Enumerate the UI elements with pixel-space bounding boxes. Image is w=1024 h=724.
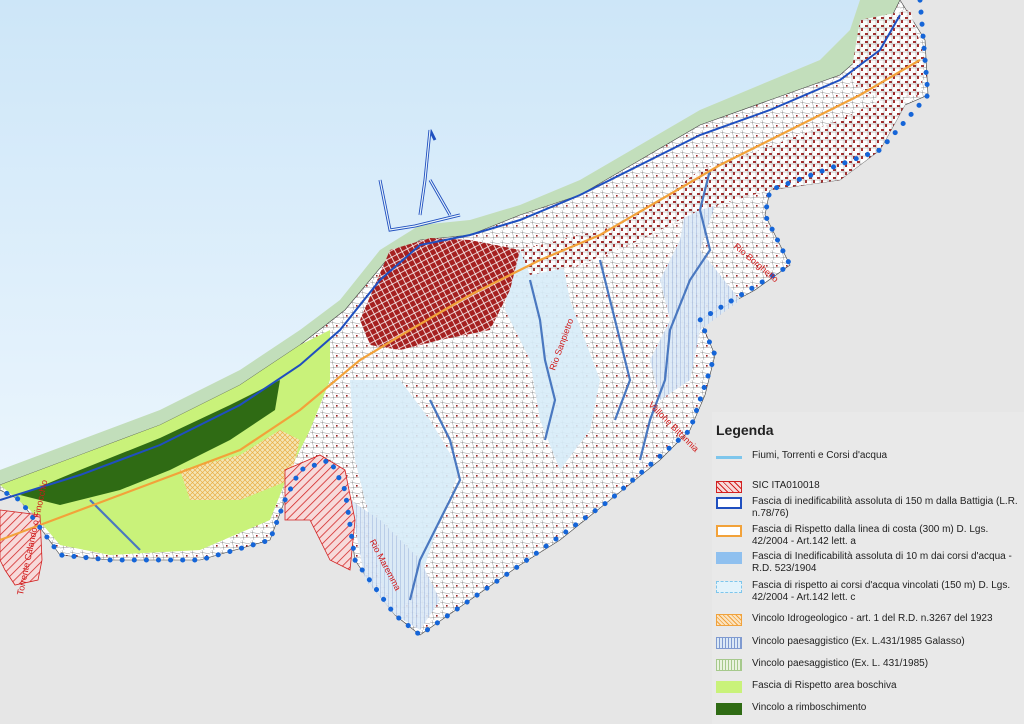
coast-swatch <box>716 525 742 537</box>
urban-north-strip <box>850 10 925 100</box>
legend-label: SIC ITA010018 <box>752 480 820 491</box>
legend-label: Vincolo a rimboschimento <box>752 702 867 713</box>
legend-label: Fascia di inedificabilità assoluta di 15… <box>752 496 1018 519</box>
tenm-swatch <box>716 552 742 564</box>
rimboschimento-swatch <box>716 703 742 715</box>
legend-label: Fiumi, Torrenti e Corsi d'acqua <box>752 450 888 461</box>
sic-swatch <box>716 481 742 493</box>
legend-item-sic: SIC ITA010018 <box>716 480 1022 493</box>
legend-item-paesaggistico: Vincolo paesaggistico (Ex. L. 431/1985) <box>716 658 1022 671</box>
legend-label: Vincolo paesaggistico (Ex. L.431/1985 Ga… <box>752 636 965 647</box>
battigia-swatch <box>716 497 742 509</box>
legend-item-10m: Fascia di Inedificabilità assoluta di 10… <box>716 551 1022 575</box>
legend-label: Fascia di Inedificabilità assoluta di 10… <box>752 551 1012 574</box>
idro-swatch <box>716 614 742 626</box>
legend-item-rivers: Fiumi, Torrenti e Corsi d'acqua <box>716 450 1022 462</box>
legend-item-coast: Fascia di Rispetto dalla linea di costa … <box>716 524 1022 548</box>
legend-item-galasso: Vincolo paesaggistico (Ex. L.431/1985 Ga… <box>716 636 1022 649</box>
legend-label: Fascia di rispetto ai corsi d'acqua vinc… <box>752 580 1011 603</box>
legend-label: Fascia di Rispetto area boschiva <box>752 680 897 691</box>
boschiva-swatch <box>716 681 742 693</box>
galasso-swatch <box>716 637 742 649</box>
legend-item-battigia: Fascia di inedificabilità assoluta di 15… <box>716 496 1022 520</box>
rivers-swatch <box>716 456 742 459</box>
legend-label: Vincolo Idrogeologico - art. 1 del R.D. … <box>752 613 993 624</box>
legend-title: Legenda <box>716 422 774 438</box>
legend-item-rimboschimento: Vincolo a rimboschimento <box>716 702 1022 715</box>
legend-label: Vincolo paesaggistico (Ex. L. 431/1985) <box>752 658 929 669</box>
legend-item-150m-rivers: Fascia di rispetto ai corsi d'acqua vinc… <box>716 580 1022 604</box>
legend-label: Fascia di Rispetto dalla linea di costa … <box>752 524 989 547</box>
legend-item-boschiva: Fascia di Rispetto area boschiva <box>716 680 1022 693</box>
paesaggistico-swatch <box>716 659 742 671</box>
legend: Legenda Fiumi, Torrenti e Corsi d'acqua … <box>712 418 1024 724</box>
legend-item-idrogeologico: Vincolo Idrogeologico - art. 1 del R.D. … <box>716 613 1022 626</box>
river150-swatch <box>716 581 742 593</box>
